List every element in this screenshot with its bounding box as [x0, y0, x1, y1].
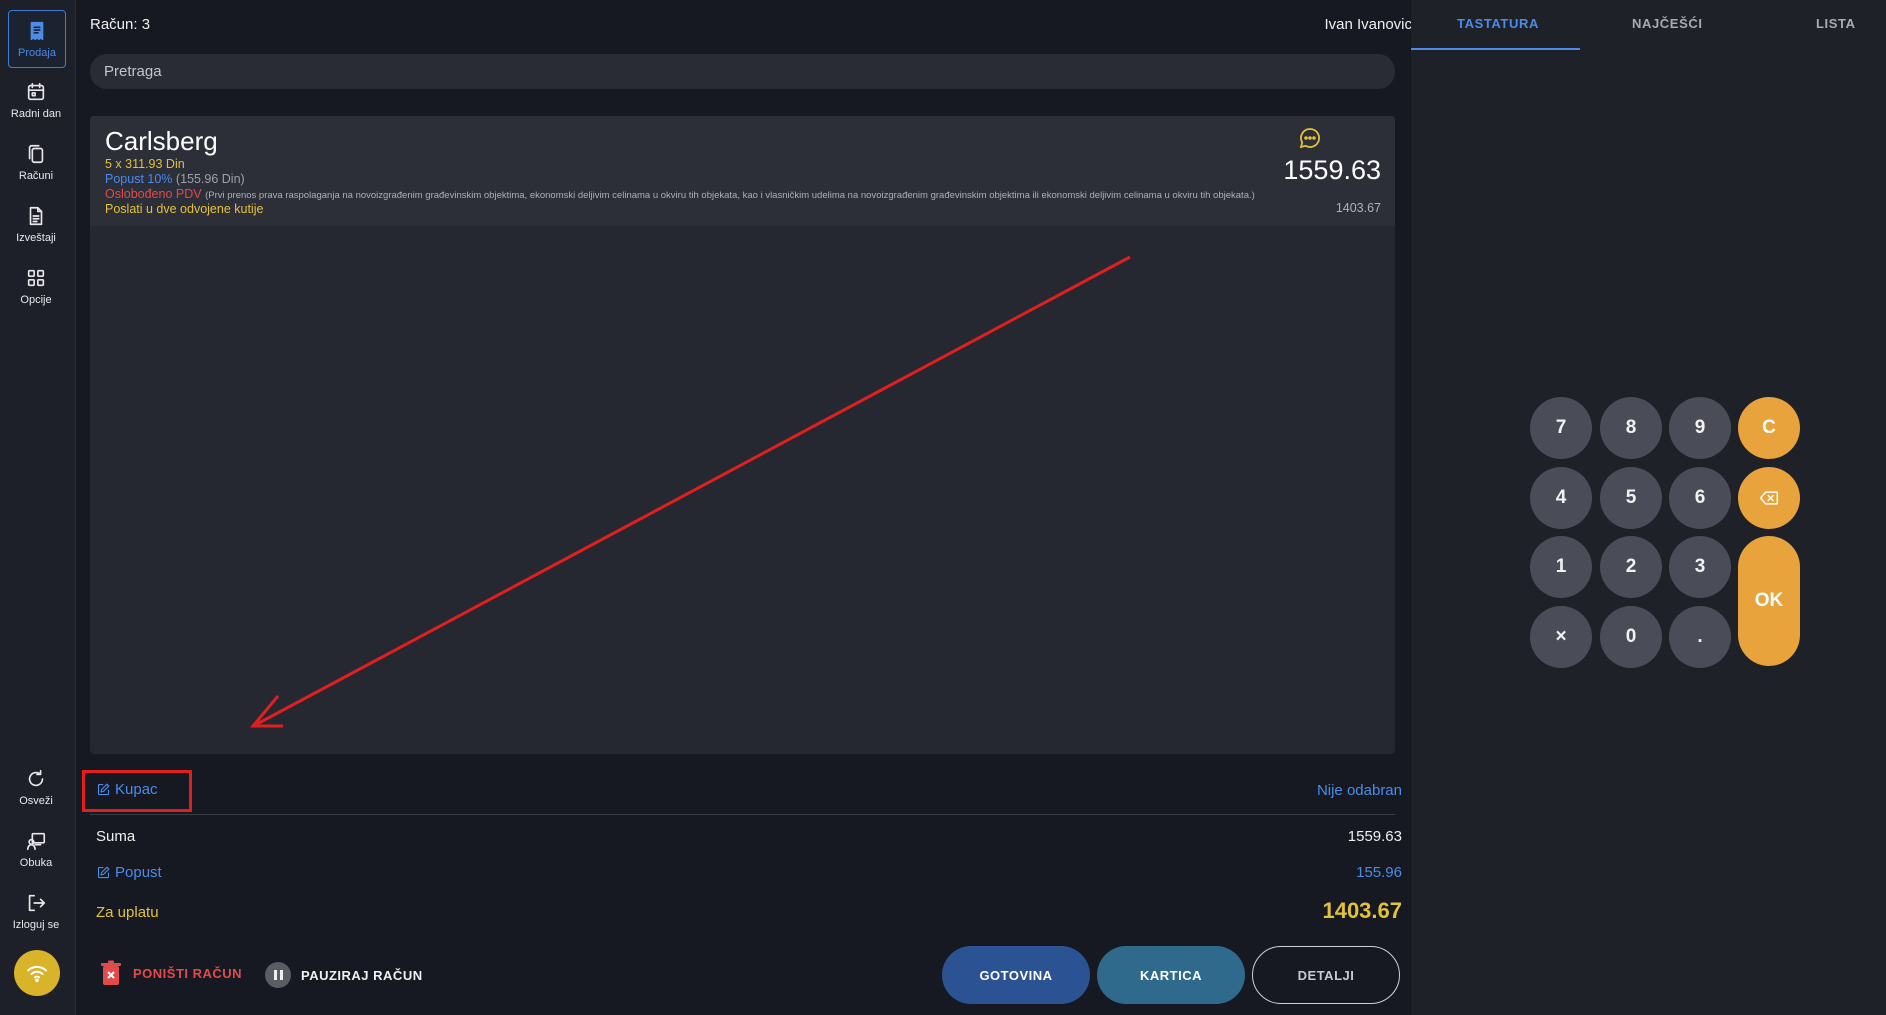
account-number: Račun: 3 [90, 16, 151, 33]
sidebar-item-izvestaji[interactable]: Izveštaji [8, 196, 64, 252]
sidebar-item-label: Izveštaji [16, 231, 56, 244]
key-backspace[interactable] [1738, 467, 1800, 529]
trash-icon [101, 960, 121, 985]
document-icon [29, 206, 43, 225]
discount-value: 155.96 [1356, 864, 1402, 881]
sidebar-item-label: Izloguj se [12, 918, 60, 931]
key-3[interactable]: 3 [1669, 536, 1731, 598]
sidebar-item-label: Prodaja [18, 46, 56, 59]
sidebar-item-label: Obuka [19, 856, 53, 869]
sidebar-item-label: Opcije [20, 293, 52, 306]
key-9[interactable]: 9 [1669, 397, 1731, 459]
key-5[interactable]: 5 [1600, 467, 1662, 529]
details-button[interactable]: DETALJI [1252, 946, 1400, 1004]
grid-icon [27, 269, 45, 286]
sidebar-item-label: Radni dan [10, 107, 62, 120]
key-1[interactable]: 1 [1530, 536, 1592, 598]
sidebar-item-osvezi[interactable]: Osveži [8, 759, 64, 815]
copy-icon [28, 144, 44, 163]
sidebar-item-label: Računi [18, 169, 54, 182]
keypad-panel: TASTATURA NAJČEŠĆI LISTA 7 8 9 C 4 5 6 1… [1411, 0, 1886, 1015]
item-total: 1559.63 [1283, 155, 1381, 185]
item-name: Carlsberg [105, 126, 218, 156]
sidebar-item-radni-dan[interactable]: Radni dan [8, 72, 64, 128]
key-decimal[interactable]: . [1669, 606, 1731, 668]
card-button[interactable]: KARTICA [1097, 946, 1245, 1004]
item-tax-exempt: Oslobođeno PDV (Prvi prenos prava raspol… [105, 187, 1255, 201]
item-tax-exempt-note: (Prvi prenos prava raspolaganja na novoi… [205, 190, 1255, 201]
amount-due-value: 1403.67 [1322, 898, 1402, 923]
sum-label: Suma [96, 828, 136, 845]
search-input[interactable] [90, 54, 1395, 89]
sidebar-item-izloguj[interactable]: Izloguj se [8, 883, 64, 939]
sidebar-item-obuka[interactable]: Obuka [8, 821, 64, 877]
item-discount-amount: (155.96 Din) [175, 172, 245, 186]
logout-icon [28, 894, 46, 911]
receipt-icon [30, 21, 44, 40]
receipt-items-panel: Carlsberg 5 x 311.93 Din Popust 10% (155… [90, 116, 1395, 754]
amount-due-label: Za uplatu [96, 904, 159, 921]
tab-tastatura[interactable]: TASTATURA [1457, 16, 1539, 31]
calendar-icon [27, 82, 45, 100]
sum-value: 1559.63 [1347, 828, 1402, 845]
cancel-receipt-label: PONIŠTI RAČUN [133, 965, 243, 981]
refresh-icon [28, 769, 44, 786]
divider [90, 814, 1395, 815]
item-comment: Poslati u dve odvojene kutije [105, 202, 264, 216]
sidebar-item-label: Osveži [19, 794, 53, 807]
edit-icon [97, 866, 110, 879]
key-2[interactable]: 2 [1600, 536, 1662, 598]
pause-icon [265, 962, 291, 988]
comment-button[interactable] [1298, 126, 1322, 150]
key-clear[interactable]: C [1738, 397, 1800, 459]
customer-label: Kupac [115, 781, 158, 798]
item-discount: Popust 10% (155.96 Din) [105, 172, 245, 186]
key-6[interactable]: 6 [1669, 467, 1731, 529]
receipt-item[interactable]: Carlsberg 5 x 311.93 Din Popust 10% (155… [90, 116, 1395, 226]
item-discount-label: Popust 10% [105, 172, 173, 186]
connection-status-button[interactable] [14, 950, 60, 996]
customer-button[interactable]: Kupac [96, 781, 158, 798]
tab-najcesci[interactable]: NAJČEŠĆI [1632, 16, 1703, 31]
customer-value[interactable]: Nije odabran [1317, 782, 1402, 799]
sidebar: Prodaja Radni dan Računi Izveštaji Opcij… [0, 0, 76, 1015]
active-tab-indicator [1411, 48, 1580, 50]
cash-button[interactable]: GOTOVINA [942, 946, 1090, 1004]
edit-icon [97, 783, 110, 796]
tab-lista[interactable]: LISTA [1816, 16, 1856, 31]
cancel-receipt-button[interactable]: PONIŠTI RAČUN [99, 960, 242, 986]
pause-receipt-label: PAUZIRAJ RAČUN [301, 967, 423, 983]
item-tax-exempt-label: Oslobođeno PDV [105, 187, 202, 201]
sidebar-item-racuni[interactable]: Računi [8, 134, 64, 190]
item-quantity-price: 5 x 311.93 Din [105, 157, 185, 171]
key-0[interactable]: 0 [1600, 606, 1662, 668]
key-8[interactable]: 8 [1600, 397, 1662, 459]
key-7[interactable]: 7 [1530, 397, 1592, 459]
key-multiply[interactable]: × [1530, 606, 1592, 668]
key-4[interactable]: 4 [1530, 467, 1592, 529]
main-panel: Račun: 3 Ivan Ivanovic Carlsberg 5 x 311… [75, 0, 1412, 1015]
sidebar-item-prodaja[interactable]: Prodaja [8, 10, 66, 68]
user-name: Ivan Ivanovic [1324, 16, 1412, 33]
backspace-icon [1759, 491, 1779, 505]
training-icon [26, 832, 46, 850]
discount-label: Popust [115, 864, 162, 881]
wifi-icon [27, 965, 47, 983]
comment-icon [1299, 128, 1320, 149]
discount-button[interactable]: Popust [96, 864, 162, 881]
key-ok[interactable]: OK [1738, 536, 1800, 666]
sidebar-item-opcije[interactable]: Opcije [8, 258, 64, 314]
item-net-total: 1403.67 [1335, 201, 1381, 215]
pause-receipt-button[interactable]: PAUZIRAJ RAČUN [265, 962, 423, 988]
